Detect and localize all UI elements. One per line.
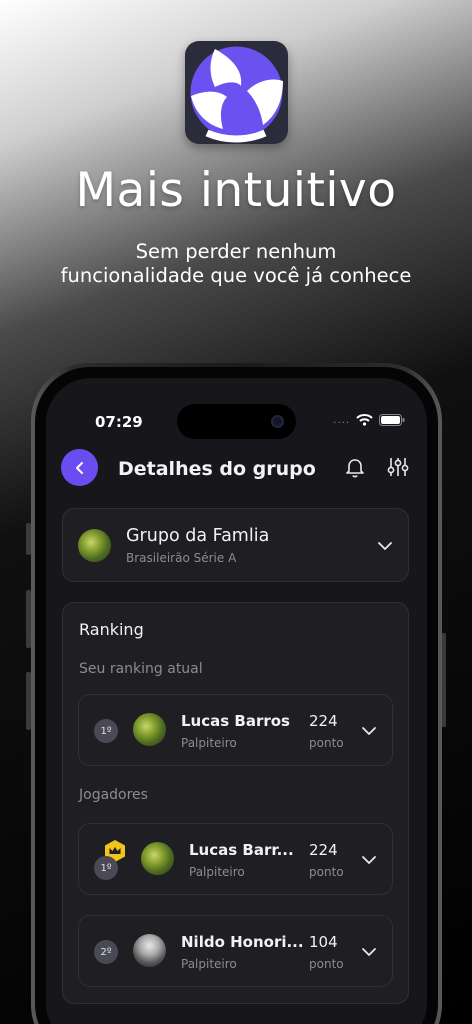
ranking-card: Ranking Seu ranking atual 1º Lucas Barro… [62, 602, 409, 1004]
player-name: Lucas Barr... [189, 841, 294, 859]
avatar [133, 934, 166, 967]
app-screen: 07:29 .... Detalhes do grupo Grupo da Fa… [46, 378, 427, 1024]
player-points: 104 [309, 933, 338, 951]
status-indicators: .... [333, 414, 405, 426]
rank-badge: 1º [94, 856, 118, 880]
chevron-down-icon [362, 727, 376, 735]
promo-subline-2: funcionalidade que você já conhece [60, 264, 412, 287]
rank-badge: 1º [94, 719, 118, 743]
phone-frame: 07:29 .... Detalhes do grupo Grupo da Fa… [31, 363, 442, 1024]
current-ranking-label: Seu ranking atual [79, 661, 203, 677]
wifi-icon [356, 414, 373, 426]
chevron-down-icon [378, 542, 392, 550]
group-league: Brasileirão Série A [126, 551, 237, 565]
status-time: 07:29 [95, 413, 143, 431]
player-role: Palpiteiro [181, 736, 237, 750]
battery-icon [379, 414, 405, 426]
player-name: Nildo Honori... [181, 933, 304, 951]
rank-badge: 2º [94, 940, 118, 964]
current-ranking-row[interactable]: 1º Lucas Barros Palpiteiro 224 ponto [78, 694, 393, 766]
avatar [133, 713, 166, 746]
camera-icon [271, 415, 284, 428]
promo-headline: Mais intuitivo [75, 163, 397, 218]
player-name: Lucas Barros [181, 712, 290, 730]
chevron-down-icon [362, 948, 376, 956]
signal-dots: .... [333, 414, 350, 426]
players-label: Jogadores [79, 787, 148, 803]
avatar [141, 842, 174, 875]
back-button[interactable] [61, 449, 98, 486]
player-row[interactable]: 2º Nildo Honori... Palpiteiro 104 ponto [78, 915, 393, 987]
chevron-left-icon [75, 461, 83, 474]
ranking-title: Ranking [79, 620, 144, 639]
player-points: 224 [309, 841, 338, 859]
points-unit: ponto [309, 865, 344, 879]
app-logo [185, 41, 288, 144]
bell-icon[interactable] [344, 457, 366, 479]
group-selector[interactable]: Grupo da Famlia Brasileirão Série A [62, 508, 409, 582]
chevron-down-icon [362, 856, 376, 864]
group-avatar [78, 529, 111, 562]
player-role: Palpiteiro [181, 957, 237, 971]
filter-icon[interactable] [387, 456, 409, 478]
dynamic-island [177, 404, 296, 439]
player-role: Palpiteiro [189, 865, 245, 879]
promo-subline-1: Sem perder nenhum [135, 240, 337, 263]
points-unit: ponto [309, 957, 344, 971]
points-unit: ponto [309, 736, 344, 750]
player-points: 224 [309, 712, 338, 730]
page-title: Detalhes do grupo [118, 458, 316, 480]
group-name: Grupo da Famlia [126, 526, 270, 546]
player-row[interactable]: 1º Lucas Barr... Palpiteiro 224 ponto [78, 823, 393, 895]
